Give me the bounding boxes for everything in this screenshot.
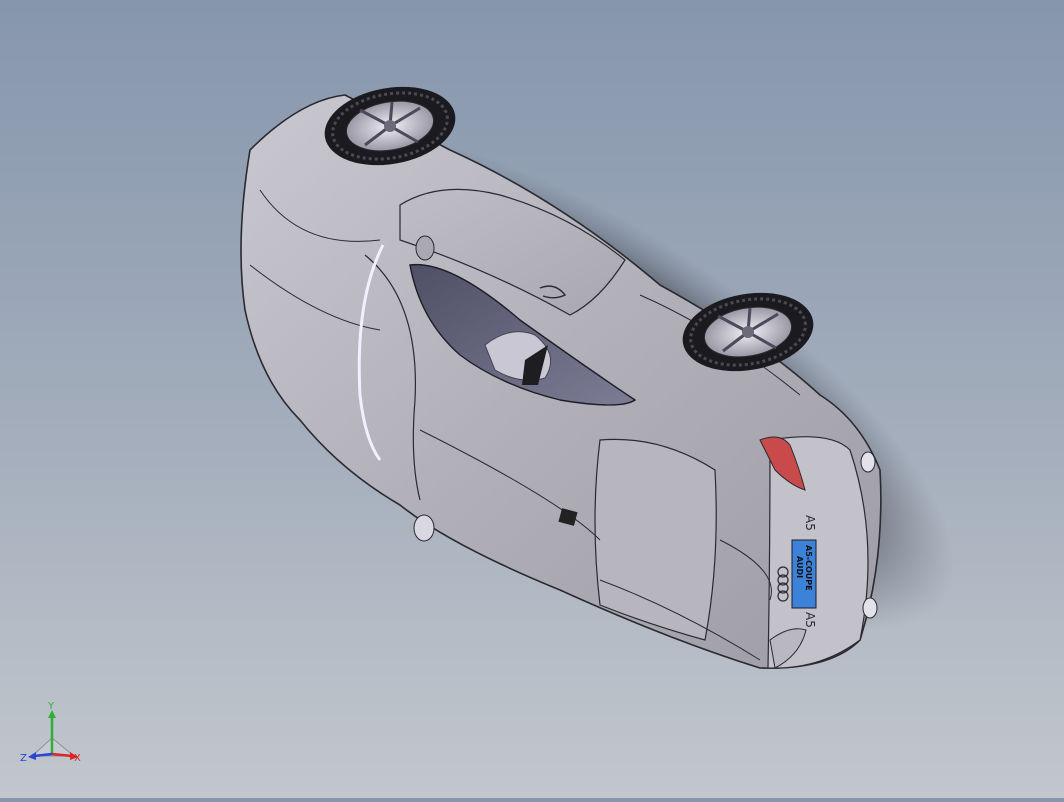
side-mirror (413, 514, 435, 542)
exhaust-tip (862, 597, 878, 619)
trunk-panel (594, 438, 717, 641)
plate-text-line1: AUDI (795, 556, 804, 578)
exhaust-tip (860, 451, 876, 473)
plate-text-line2: A5-COUPE (804, 545, 813, 591)
mirror-cap (415, 235, 435, 261)
model-badge: A5 (803, 515, 817, 531)
y-axis-label: Y (47, 701, 55, 712)
orientation-triad: Y X Z (18, 700, 90, 772)
model-badge: A5 (803, 612, 817, 628)
triad-graphic: Y X Z (20, 701, 81, 764)
car-model-render: A5 A5 AUDI A5-COUPE (240, 86, 955, 669)
z-axis-head (28, 752, 36, 760)
3d-model-viewport[interactable]: A5 A5 AUDI A5-COUPE (0, 0, 1064, 798)
z-axis-label: Z (20, 753, 27, 764)
x-axis-label: X (74, 753, 81, 764)
